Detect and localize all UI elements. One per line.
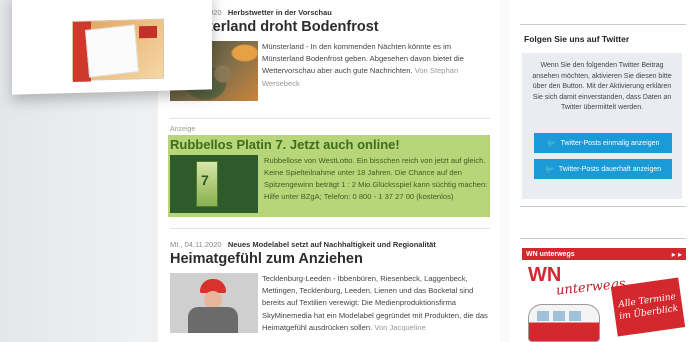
twitter-consent-text: Wenn Sie den folgenden Twitter Beitrag a… [532,62,672,111]
overlay-preview-card[interactable] [12,0,212,95]
article-author-link[interactable]: Von Jacqueline [374,323,426,332]
overlay-preview-image [72,18,164,83]
wn-all-dates-tag[interactable]: Alle Termine im Überblick [610,277,686,337]
overlay-sheet [85,24,139,78]
article-image-person[interactable] [170,273,258,333]
article-meta: MI., 04.11.2020 Neues Modelabel setzt au… [170,240,492,249]
article-headline[interactable]: Münsterland droht Bodenfrost [170,19,492,35]
article-meta: MI., 04.11.2020 Herbstwetter in der Vors… [170,8,492,17]
twitter-consent-box: Wenn Sie den folgenden Twitter Beitrag a… [522,53,682,199]
bus-illustration [528,304,600,342]
twitter-bird-icon: 🐦 [544,164,555,174]
ad-label: Anzeige [170,126,196,133]
twitter-show-once-label: Twitter-Posts einmalig anzeigen [560,139,660,147]
sidebar-divider [520,24,686,25]
ad-card[interactable]: Rubbellos Platin 7. Jetzt auch online! 7… [168,135,490,217]
wn-banner-header: WN unterwegs ▸ ▸ [522,248,686,260]
ticket-number: 7 [201,172,209,188]
sidebar-divider [520,238,686,239]
article-headline[interactable]: Heimatgefühl zum Anziehen [170,251,492,267]
ad-image-ticket[interactable]: 7 [170,155,258,213]
twitter-bird-icon: 🐦 [546,138,557,148]
wn-banner-header-label: WN unterwegs [526,250,575,258]
twitter-section-title: Folgen Sie uns auf Twitter [524,34,630,44]
article-teaser: Tecklenburg-Leeden - Ibbenbüren, Riesenb… [258,273,492,334]
article-kicker: Neues Modelabel setzt auf Nachhaltigkeit… [227,240,436,249]
article-card[interactable]: MI., 04.11.2020 Neues Modelabel setzt au… [170,240,492,334]
bus-window [553,311,565,321]
twitter-show-always-label: Twitter-Posts dauerhaft anzeigen [558,165,662,173]
shirt-shape [188,307,238,333]
bus-window [537,311,549,321]
article-date: MI., 04.11.2020 [170,240,222,249]
article-teaser: Münsterland - In den kommenden Nächten k… [258,41,492,101]
article-card[interactable]: MI., 04.11.2020 Herbstwetter in der Vors… [170,8,492,101]
overlay-logo [139,25,157,39]
divider [170,228,490,229]
article-kicker: Herbstwetter in der Vorschau [227,8,332,17]
sidebar-divider [520,206,686,207]
wn-unterwegs-banner[interactable]: WN unterwegs ▸ ▸ WN unterwegs Alle Termi… [522,248,686,342]
ad-headline[interactable]: Rubbellos Platin 7. Jetzt auch online! [168,135,490,152]
banner-nav-arrows-icon[interactable]: ▸ ▸ [672,250,682,259]
twitter-show-always-button[interactable]: 🐦 Twitter-Posts dauerhaft anzeigen [534,159,672,179]
twitter-show-once-button[interactable]: 🐦 Twitter-Posts einmalig anzeigen [534,133,672,153]
ad-teaser: Rubbellose von WestLotto. Ein bisschen r… [264,156,488,201]
bus-window [569,311,581,321]
lottery-ticket-icon: 7 [196,161,218,207]
divider [170,118,490,119]
